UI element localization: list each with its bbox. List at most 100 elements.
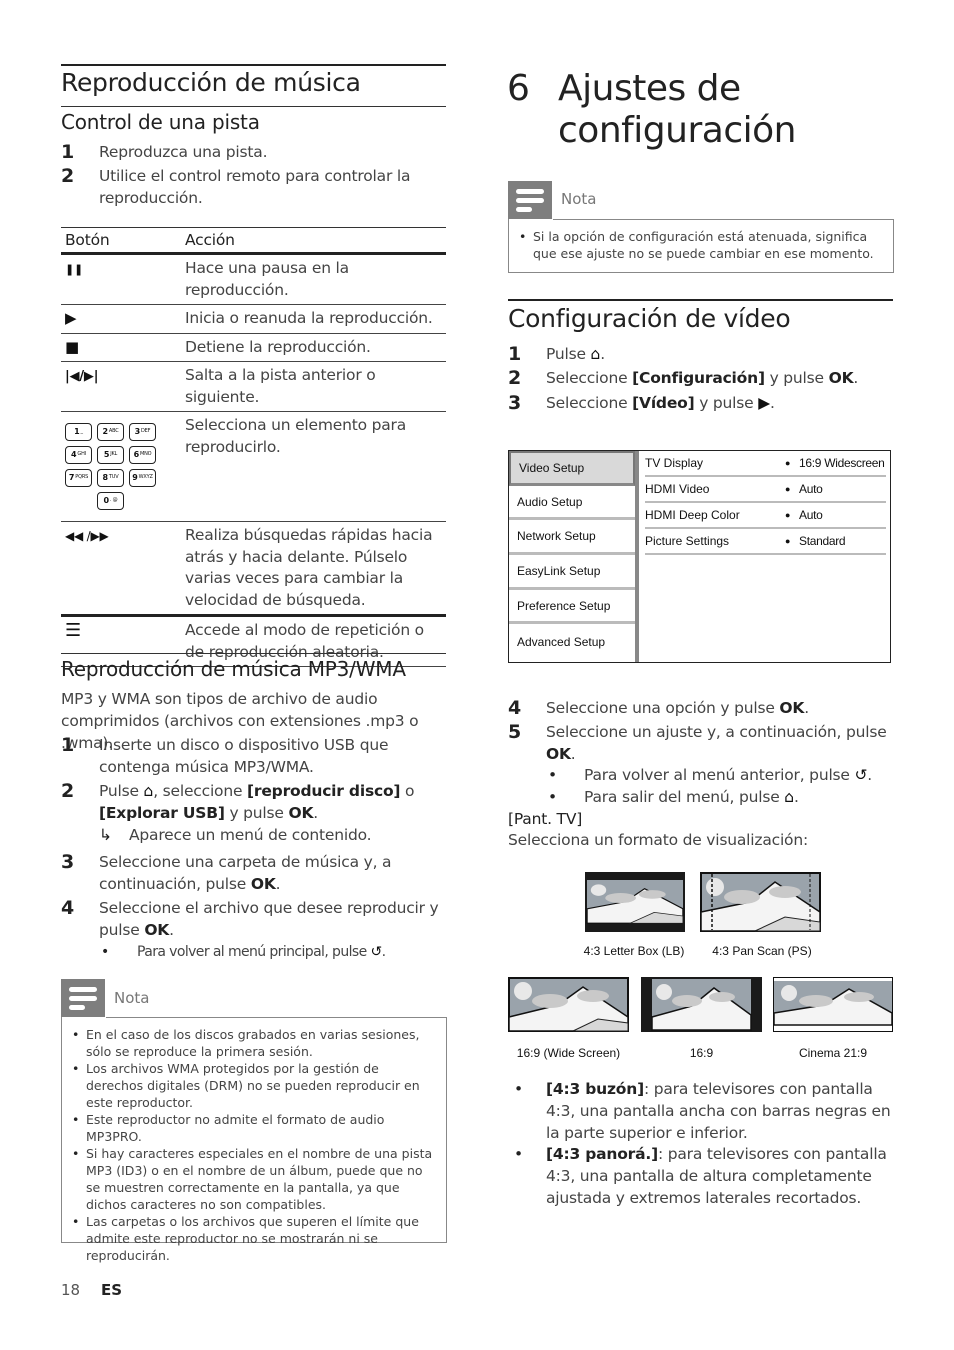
track-step-1: 1 Reproduzca una pista.: [61, 141, 268, 163]
table-row: ■ Detiene la reproducción.: [61, 333, 446, 362]
setup-menu-screenshot: Video Setup Audio Setup Network Setup Ea…: [508, 450, 891, 663]
home-icon: ⌂: [143, 782, 154, 800]
video-step-2: 2 Seleccione [Configuración] y pulse OK.: [508, 367, 859, 389]
video-step-3: 3 Seleccione [Vídeo] y pulse ▶.: [508, 392, 775, 414]
note-item: En el caso de los discos grabados en var…: [66, 1026, 438, 1060]
note-item: Si la opción de configuración está atenu…: [513, 228, 885, 262]
tv-format-letterbox-image: [585, 872, 685, 932]
keypad-key-1: 1 _: [65, 423, 92, 441]
table-row: 1 _ 2 ABC 3 DEF 4 GHI 5 JKL 6 MNO 7 PQRS 8 TUV 9 WXYZ 0. @…: [61, 411, 446, 522]
format-bullet-panscan: • [4:3 panorá.]: para televisores con pa…: [514, 1145, 887, 1207]
play-icon: ▶: [758, 394, 770, 412]
tv-format-widescreen-image: [508, 977, 629, 1032]
page-number: 18: [61, 1281, 81, 1299]
video-step-4: 4 Seleccione una opción y pulse OK.: [508, 697, 809, 719]
button-action-table: Botón Acción ❚❚ Hace una pausa en la rep…: [61, 227, 446, 667]
tv-format-panscan-image: [700, 872, 821, 932]
keypad-key-2: 2 ABC: [97, 423, 124, 441]
menu-item-easylink-setup[interactable]: EasyLink Setup: [509, 555, 635, 590]
home-icon: ⌂: [590, 345, 601, 363]
bullet-icon: ●: [785, 458, 791, 468]
table-row: |◀/▶| Salta a la pista anterior o siguie…: [61, 361, 446, 412]
table-row: ◀◀ /▶▶ Realiza búsquedas rápidas hacia a…: [61, 521, 446, 617]
keypad-key-9: 9 WXYZ: [129, 469, 156, 487]
note-item: Si hay caracteres especiales en el nombr…: [66, 1145, 438, 1213]
subsection-title-track: Control de una pista: [61, 110, 260, 134]
keypad-key-3: 3 DEF: [129, 423, 156, 441]
video-step-5-bullet-1: • Para volver al menú anterior, pulse ↺.: [548, 766, 873, 784]
format-bullet-letterbox: • [4:3 buzón]: para televisores con pant…: [514, 1080, 891, 1142]
back-icon: ↺: [370, 944, 382, 960]
numeric-keypad-icon: 1 _ 2 ABC 3 DEF 4 GHI 5 JKL 6 MNO 7 PQRS 8 TUV 9 WXYZ 0. @: [65, 415, 177, 510]
result-arrow-icon: ↳: [99, 826, 112, 844]
mp3-step-4: 4 Seleccione el archivo que desee reprod…: [61, 897, 439, 939]
format-caption: 4:3 Letter Box (LB): [583, 944, 685, 958]
note-item: Los archivos WMA protegidos por la gesti…: [66, 1060, 438, 1111]
format-caption: 4:3 Pan Scan (PS): [712, 944, 812, 958]
chapter-title: Ajustes de configuración: [558, 68, 796, 151]
video-step-5-bullet-2: • Para salir del menú, pulse ⌂.: [548, 788, 799, 806]
video-step-5: 5 Seleccione un ajuste y, a continuación…: [508, 721, 887, 763]
section-title-music: Reproducción de música: [61, 68, 361, 97]
menu-item-video-setup[interactable]: Video Setup: [509, 451, 635, 486]
subsection-rule: [61, 653, 446, 654]
menu-option-tv-display[interactable]: TV Display ● 16:9 Widescreen: [645, 451, 886, 477]
keypad-key-7: 7 PQRS: [65, 469, 92, 487]
note-icon: [508, 181, 552, 219]
track-step-2: 2 Utilice el control remoto para control…: [61, 165, 411, 207]
rewind-fastforward-icon: ◀◀ /▶▶: [65, 529, 109, 543]
pause-icon: ❚❚: [65, 263, 84, 276]
play-icon: ▶: [65, 309, 77, 327]
bullet-icon: ●: [785, 484, 791, 494]
bullet-icon: ●: [785, 510, 791, 520]
note-box: Si la opción de configuración está atenu…: [508, 219, 894, 273]
repeat-menu-icon: ☰: [65, 620, 81, 641]
section-title-video: Configuración de vídeo: [508, 304, 791, 333]
section-rule: [508, 299, 893, 301]
home-icon: ⌂: [784, 788, 794, 806]
column-header-button: Botón: [61, 227, 181, 255]
note-list: En el caso de los discos grabados en var…: [62, 1017, 446, 1264]
back-icon: ↺: [854, 766, 868, 784]
pant-tv-label: [Pant. TV]: [508, 810, 583, 828]
prev-next-icon: |◀/▶|: [65, 369, 99, 384]
note-label: Nota: [561, 190, 597, 208]
subsection-title-mp3: Reproducción de música MP3/WMA: [61, 657, 406, 681]
chapter-number: 6: [507, 68, 530, 109]
section-rule: [61, 64, 446, 66]
format-caption: Cinema 21:9: [798, 1046, 868, 1060]
keypad-key-4: 4 GHI: [65, 446, 92, 464]
note-box: En el caso de los discos grabados en var…: [61, 1017, 447, 1263]
video-step-1: 1 Pulse ⌂.: [508, 343, 605, 365]
note-item: Las carpetas o los archivos que superen …: [66, 1213, 438, 1264]
tv-format-16-9-image: [641, 977, 762, 1032]
menu-item-preference-setup[interactable]: Preference Setup: [509, 590, 635, 625]
mp3-step-1: 1 Inserte un disco o dispositivo USB que…: [61, 734, 389, 776]
setup-menu-options: TV Display ● 16:9 Widescreen HDMI Video ● Au…: [639, 451, 890, 662]
table-row: ▶ Inicia o reanuda la reproducción.: [61, 304, 446, 334]
tv-format-cinema-21-9-image: [773, 977, 893, 1032]
note-icon: [61, 979, 105, 1017]
table-row: ❚❚ Hace una pausa en la reproducción.: [61, 253, 446, 305]
keypad-key-0: 0. @: [97, 492, 124, 510]
mp3-step-4-bullet: • Para volver al menú principal, pulse ↺…: [101, 944, 386, 960]
menu-item-advanced-setup[interactable]: Advanced Setup: [509, 624, 635, 659]
format-caption: 16:9 (Wide Screen): [516, 1046, 621, 1060]
bullet-icon: ●: [785, 536, 791, 546]
menu-option-hdmi-deep-color[interactable]: HDMI Deep Color ● Auto: [645, 503, 886, 529]
pant-tv-description: Selecciona un formato de visualización:: [508, 831, 808, 849]
format-caption: 16:9: [689, 1046, 714, 1060]
setup-menu-categories: Video Setup Audio Setup Network Setup Ea…: [509, 451, 639, 662]
note-label: Nota: [114, 989, 150, 1007]
menu-option-picture-settings[interactable]: Picture Settings ● Standard: [645, 529, 886, 555]
menu-item-audio-setup[interactable]: Audio Setup: [509, 486, 635, 521]
keypad-key-5: 5 JKL: [97, 446, 124, 464]
language-code: ES: [101, 1281, 123, 1299]
keypad-key-6: 6 MNO: [129, 446, 156, 464]
menu-item-network-setup[interactable]: Network Setup: [509, 520, 635, 556]
mp3-step-3: 3 Seleccione una carpeta de música y, a …: [61, 851, 392, 893]
column-header-action: Acción: [181, 227, 446, 255]
subsection-rule: [61, 106, 446, 107]
mp3-step-2: 2 Pulse ⌂, seleccione [reproducir disco]…: [61, 780, 415, 844]
menu-option-hdmi-video[interactable]: HDMI Video ● Auto: [645, 477, 886, 503]
